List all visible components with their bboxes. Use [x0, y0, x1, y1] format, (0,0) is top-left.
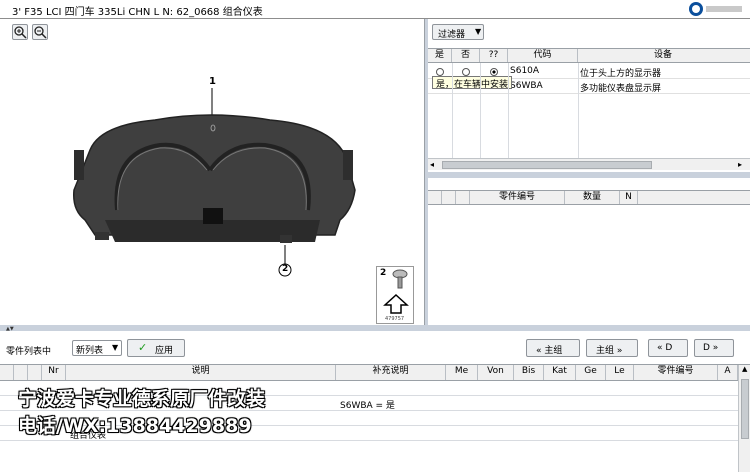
col-kat[interactable]: Kat	[544, 365, 576, 380]
image-id: 479757	[385, 316, 405, 322]
radio-yes[interactable]	[436, 68, 444, 76]
col-divider	[508, 63, 509, 158]
radio-no[interactable]	[462, 68, 470, 76]
next-d-button[interactable]: D »	[694, 339, 734, 357]
col-divider	[578, 63, 579, 158]
col-divider	[480, 63, 481, 158]
partslist-header: Nr 说明 补充说明 Me Von Bis Kat Ge Le 零件编号 A	[0, 365, 750, 381]
zoom-in-icon	[14, 26, 27, 39]
dropdown-arrow-icon: ▼	[475, 27, 482, 36]
col-divider	[452, 63, 453, 158]
scroll-left-icon[interactable]: ◂	[430, 160, 434, 169]
window-title: 3' F35 LCI 四门车 335Li CHN L N: 62_0668 组合…	[12, 7, 263, 18]
scroll-thumb[interactable]	[741, 379, 749, 439]
zoom-out-icon	[34, 26, 47, 39]
filter-button-label: 过滤器	[438, 30, 466, 40]
col-code[interactable]: 代码	[508, 49, 578, 62]
apply-label: 应用	[155, 346, 174, 356]
dropdown-arrow-icon: ▼	[112, 343, 119, 352]
list-select-value: 新列表	[76, 346, 104, 356]
parts-mini-panel: 零件编号 数量 N	[428, 178, 750, 325]
col-supplement[interactable]: 补充说明	[336, 365, 446, 380]
prev-d-button[interactable]: « D	[648, 339, 688, 357]
col-part-number[interactable]: 零件编号	[470, 191, 565, 204]
next-d-label: D »	[703, 343, 719, 353]
callout-2: 2	[282, 264, 289, 274]
col-unknown[interactable]: ??	[480, 49, 508, 62]
zoom-in-button[interactable]	[12, 24, 28, 40]
parts-mini-header: 零件编号 数量 N	[428, 190, 750, 205]
arrow-up-icon	[383, 293, 409, 314]
scroll-up-icon[interactable]: ▲	[742, 365, 747, 373]
watermark-line-2: 电话/WX:13884429889	[18, 415, 252, 437]
tooltip-text: 是，在车辆中安装	[436, 80, 509, 90]
filter-button[interactable]: 过滤器 ▼	[432, 24, 484, 40]
col-blank	[442, 191, 456, 204]
filter-table-header: 是 否 ?? 代码 设备	[428, 48, 750, 63]
col-le[interactable]: Le	[606, 365, 634, 380]
col-n[interactable]: N	[620, 191, 638, 204]
col-part-number[interactable]: 零件编号	[634, 365, 718, 380]
callout-1: 1	[209, 76, 216, 87]
row-equipment: 多功能仪表盘显示屏	[580, 84, 662, 94]
col-blank	[0, 365, 14, 380]
list-select[interactable]: 新列表 ▼	[72, 340, 122, 356]
part-thumb-panel[interactable]: 2 479757	[376, 266, 414, 324]
next-maingroup-button[interactable]: 主组 »	[586, 339, 638, 357]
col-bis[interactable]: Bis	[514, 365, 544, 380]
col-description[interactable]: 说明	[66, 365, 336, 380]
prev-d-label: « D	[657, 343, 673, 353]
title-bar: 3' F35 LCI 四门车 335Li CHN L N: 62_0668 组合…	[0, 0, 750, 19]
row-equipment: 位于头上方的显示器	[580, 69, 662, 79]
col-yes[interactable]: 是	[428, 49, 452, 62]
row-code: S610A	[510, 66, 540, 76]
instrument-cluster-diagram[interactable]	[60, 70, 365, 285]
next-maingroup-label: 主组 »	[596, 346, 623, 356]
col-nr[interactable]: Nr	[42, 365, 66, 380]
brand-logo	[689, 2, 742, 16]
filter-panel: 过滤器 ▼ 是 否 ?? 代码 设备 S610A 位于头上方的显示器 S6WBA…	[428, 19, 750, 173]
col-no[interactable]: 否	[452, 49, 480, 62]
part-thumb-number: 2	[380, 268, 387, 278]
prev-maingroup-button[interactable]: « 主组	[526, 339, 580, 357]
prev-maingroup-label: « 主组	[536, 346, 563, 356]
tooltip: 是，在车辆中安装	[432, 76, 513, 90]
col-blank	[14, 365, 28, 380]
row-supplement: S6WBA = 是	[340, 401, 395, 411]
screw-icon	[392, 269, 408, 289]
filter-hscrollbar[interactable]: ◂ ▸	[428, 158, 750, 170]
partslist-vscrollbar[interactable]: ▲	[738, 365, 750, 472]
checkmark-icon: ✓	[138, 341, 148, 354]
row-code: S6WBA	[510, 81, 543, 91]
col-blank	[28, 365, 42, 380]
partslist-toolbar: 零件列表中 新列表 ▼ ✓ 应用 « 主组 主组 » « D D »	[0, 331, 750, 364]
radio-unknown-selected[interactable]	[490, 68, 498, 76]
partslist-label: 零件列表中	[6, 347, 52, 357]
col-me[interactable]: Me	[446, 365, 478, 380]
col-blank	[456, 191, 470, 204]
col-blank	[428, 191, 442, 204]
col-a[interactable]: A	[718, 365, 738, 380]
col-von[interactable]: Von	[478, 365, 514, 380]
col-quantity[interactable]: 数量	[565, 191, 620, 204]
col-equipment[interactable]: 设备	[578, 49, 748, 62]
scroll-right-icon[interactable]: ▸	[738, 160, 742, 169]
apply-button[interactable]: ✓ 应用	[127, 339, 185, 357]
scroll-thumb[interactable]	[442, 161, 652, 169]
watermark-line-1: 宁波爱卡专业德系原厂件改装	[18, 388, 266, 410]
zoom-out-button[interactable]	[32, 24, 48, 40]
col-ge[interactable]: Ge	[576, 365, 606, 380]
